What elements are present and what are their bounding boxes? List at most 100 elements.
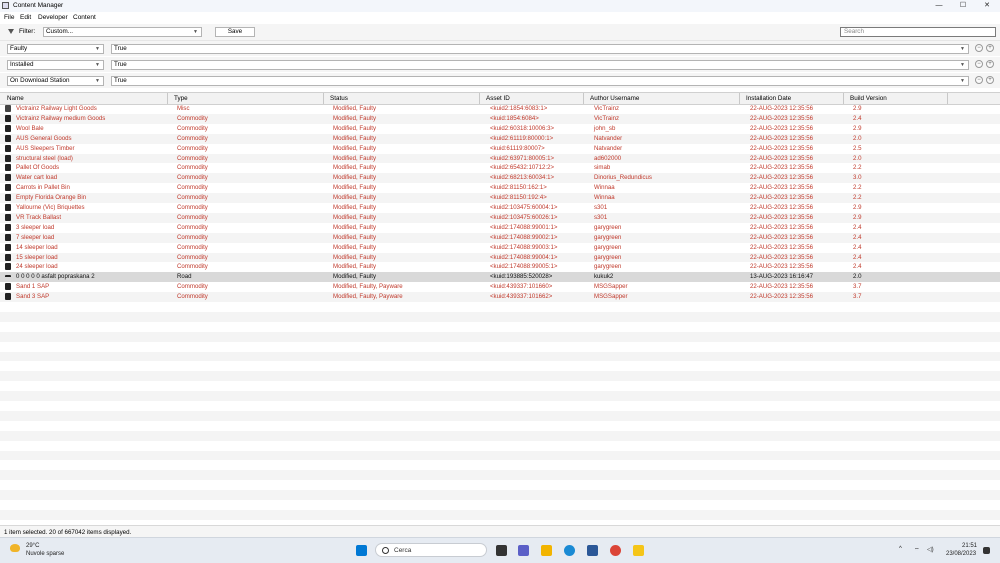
cell-type: Commodity (177, 293, 208, 301)
weather-temp[interactable]: 29°C (26, 543, 39, 549)
cell-build: 2.4 (853, 114, 862, 122)
table-row[interactable]: 24 sleeper load Commodity Modified, Faulty… (0, 262, 1000, 272)
cell-build: 2.0 (853, 134, 862, 142)
table-row[interactable]: Sand 1 SAP Commodity Modified, Faulty, Pay… (0, 282, 1000, 292)
table-row[interactable]: 3 sleeper load Commodity Modified, Faulty <… (0, 223, 1000, 233)
table-row[interactable]: AUS General Goods Commodity Modified, Faul… (0, 133, 1000, 144)
cell-asset-id: <kuid:61119:80007> (490, 144, 545, 152)
table-row[interactable]: Sand 3 SAP Commodity Modified, Faulty, Pay… (0, 292, 1000, 302)
column-author[interactable]: Author Username (590, 95, 639, 102)
commodity-asset-icon (5, 154, 11, 162)
criteria-field-select[interactable]: Installed ▼ (7, 60, 104, 70)
criteria-value-select[interactable]: True ▼ (111, 76, 969, 86)
criteria-field-select[interactable]: Faulty ▼ (7, 44, 104, 54)
empty-row (0, 311, 1000, 322)
cell-author: MSGSapper (594, 293, 628, 301)
column-build-version[interactable]: Build Version (850, 95, 887, 102)
windows-start-icon[interactable] (356, 545, 367, 556)
table-row[interactable]: VR Track Ballast Commodity Modified, Fault… (0, 212, 1000, 223)
folder-icon[interactable] (633, 545, 644, 556)
menu-developer[interactable]: Developer (38, 14, 68, 21)
table-row[interactable]: 0 0 0 0 0 asfalt popraskana 2 Road Modifie… (0, 272, 1000, 283)
add-criteria-button[interactable]: + (986, 76, 994, 84)
cell-status: Modified, Faulty (333, 243, 377, 251)
search-input[interactable]: Search (840, 27, 996, 37)
close-button[interactable]: ✕ (975, 0, 999, 12)
commodity-asset-icon (5, 204, 11, 211)
commodity-asset-icon (5, 263, 11, 271)
empty-row (0, 430, 1000, 441)
table-row[interactable]: 15 sleeper load Commodity Modified, Faulty… (0, 252, 1000, 263)
cell-name: Pallet Of Goods (16, 164, 60, 172)
criteria-field-select[interactable]: On Download Station ▼ (7, 76, 104, 86)
criteria-value-select[interactable]: True ▼ (111, 60, 969, 70)
column-status[interactable]: Status (330, 95, 348, 102)
add-criteria-button[interactable]: + (986, 60, 994, 68)
remove-criteria-button[interactable]: − (975, 44, 983, 52)
weather-desc[interactable]: Nuvole sparse (26, 551, 64, 557)
table-row[interactable]: Water cart load Commodity Modified, Faulty… (0, 173, 1000, 184)
notification-icon[interactable] (983, 547, 990, 554)
cell-name: AUS General Goods (16, 134, 72, 142)
weather-icon[interactable] (10, 544, 20, 552)
cell-build: 2.9 (853, 213, 862, 221)
column-install-date[interactable]: Installation Date (746, 95, 791, 102)
table-row[interactable]: Empty Florida Orange Bin Commodity Modifie… (0, 193, 1000, 203)
task-view-icon[interactable] (496, 545, 507, 556)
menu-content[interactable]: Content (73, 14, 96, 21)
table-row[interactable]: Victrainz Railway medium Goods Commodity M… (0, 113, 1000, 124)
cell-author: VicTrainz (594, 114, 620, 122)
tray-chevron-icon[interactable]: ^ (899, 546, 902, 552)
volume-icon[interactable]: ◁) (927, 546, 934, 553)
filter-select[interactable]: Custom... ▼ (43, 27, 202, 37)
chevron-down-icon: ▼ (193, 29, 198, 35)
table-row[interactable]: AUS Sleepers Timber Commodity Modified, Fa… (0, 144, 1000, 154)
table-row[interactable]: Yallourne (Vic) Briquettes Commodity Modif… (0, 203, 1000, 213)
cell-date: 22-AUG-2023 12:35:56 (750, 174, 814, 182)
remove-criteria-button[interactable]: − (975, 76, 983, 84)
cell-build: 2.9 (853, 105, 862, 112)
empty-row (0, 500, 1000, 510)
cell-type: Misc (177, 105, 190, 112)
store-icon[interactable] (587, 545, 598, 556)
add-criteria-button[interactable]: + (986, 44, 994, 52)
cell-build: 2.2 (853, 164, 862, 172)
cell-author: garygreen (594, 223, 622, 231)
edge-icon[interactable] (564, 545, 575, 556)
taskbar-search[interactable]: Cerca (375, 543, 487, 557)
criteria-value-select[interactable]: True ▼ (111, 44, 969, 54)
table-row[interactable]: Wool Bale Commodity Modified, Faulty <kuid2… (0, 124, 1000, 134)
commodity-asset-icon (5, 213, 11, 221)
file-explorer-icon[interactable] (541, 545, 552, 556)
chevron-down-icon: ▼ (960, 62, 965, 68)
teams-chat-icon[interactable] (518, 545, 529, 556)
cell-asset-id: <kuid2:174088:99003:1> (490, 243, 558, 251)
table-row[interactable]: Carrots in Pallet Bin Commodity Modified, … (0, 183, 1000, 193)
remove-criteria-button[interactable]: − (975, 60, 983, 68)
cell-date: 22-AUG-2023 12:35:56 (750, 243, 814, 251)
cell-asset-id: <kuid2:174088:99004:1> (490, 253, 558, 261)
column-type[interactable]: Type (174, 95, 188, 102)
table-row[interactable]: 7 sleeper load Commodity Modified, Faulty <… (0, 232, 1000, 243)
minimize-button[interactable]: — (927, 0, 951, 12)
table-row[interactable]: structural steel (load) Commodity Modified… (0, 153, 1000, 164)
column-asset-id[interactable]: Asset ID (486, 95, 510, 102)
menu-file[interactable]: File (4, 14, 14, 21)
menu-edit[interactable]: Edit (20, 14, 31, 21)
table-row[interactable]: 14 sleeper load Commodity Modified, Faulty… (0, 243, 1000, 253)
clock-time[interactable]: 21:51 (962, 543, 977, 549)
table-row[interactable]: Pallet Of Goods Commodity Modified, Faulty… (0, 163, 1000, 173)
cell-date: 22-AUG-2023 12:35:56 (750, 164, 814, 172)
cell-author: Dinorius_Redundicus (594, 174, 652, 182)
maximize-button[interactable]: ☐ (951, 0, 975, 12)
chrome-icon[interactable] (610, 545, 621, 556)
save-button[interactable]: Save (215, 27, 255, 37)
wifi-icon[interactable]: ⌔ (914, 546, 920, 554)
table-row[interactable]: Victrainz Railway Light Goods Misc Modifie… (0, 104, 1000, 114)
cell-name: Carrots in Pallet Bin (16, 184, 70, 192)
misc-asset-icon (5, 105, 11, 112)
column-name[interactable]: Name (7, 95, 24, 102)
cell-build: 2.9 (853, 124, 862, 132)
empty-row (0, 460, 1000, 470)
clock-date[interactable]: 23/08/2023 (946, 551, 976, 557)
